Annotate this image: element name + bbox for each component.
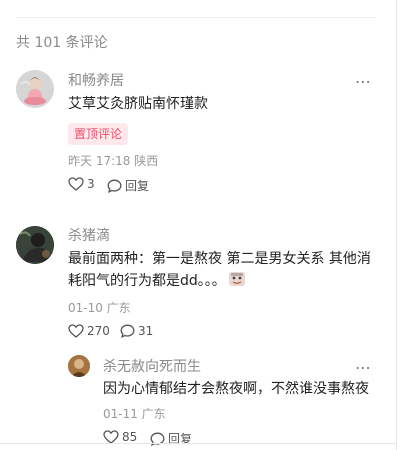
comment-text: 艾草艾灸脐贴南怀瑾款: [68, 96, 208, 112]
comment-text-line: 耗阳气的行为都是dd。。。: [68, 270, 368, 292]
top-divider: [16, 17, 376, 18]
heart-icon: [68, 324, 84, 338]
more-options-icon[interactable]: ⋯: [355, 360, 372, 376]
comment-bubble-icon: [107, 179, 122, 193]
reply-label: 回复: [168, 432, 193, 446]
comment-meta: 01-10 广东: [68, 301, 131, 315]
bottom-divider: [0, 443, 396, 444]
like-count: 270: [87, 324, 110, 338]
reply-text: 因为心情郁结才会熬夜啊，不然谁没事熬夜: [103, 381, 369, 397]
comment-bubble-icon: [120, 324, 135, 338]
right-edge-border: [396, 0, 397, 450]
comment-button[interactable]: 31: [120, 324, 153, 338]
person-meditating-avatar-icon: [16, 70, 54, 108]
comment-text-line: 最前面两种：第一是熬夜 第二是男女关系 其他消: [68, 251, 371, 267]
like-button[interactable]: 270: [68, 324, 110, 338]
heart-icon: [103, 430, 119, 444]
username[interactable]: 和畅养居: [68, 72, 124, 90]
avatar[interactable]: [68, 355, 90, 377]
avatar[interactable]: [16, 226, 54, 264]
photo-avatar-icon: [68, 355, 90, 377]
username[interactable]: 杀无赦向死而生: [103, 358, 201, 376]
reply-meta: 01-11 广东: [103, 407, 166, 421]
comment-meta: 昨天 17:18 陕西: [68, 154, 159, 168]
reply-button[interactable]: 回复: [107, 177, 149, 194]
avatar[interactable]: [16, 70, 54, 108]
comment-count-value: 31: [138, 324, 154, 338]
like-button[interactable]: 3: [68, 177, 95, 191]
heart-icon: [68, 177, 84, 191]
reply-button[interactable]: 回复: [150, 430, 192, 447]
like-button[interactable]: 85: [103, 430, 137, 444]
like-count: 3: [87, 177, 95, 191]
more-options-icon[interactable]: ⋯: [355, 74, 372, 90]
reply-label: 回复: [125, 179, 150, 193]
pinned-badge: 置顶评论: [68, 123, 129, 145]
comment-count: 共 101 条评论: [16, 35, 108, 51]
dark-photo-avatar-icon: [16, 226, 54, 264]
emoji-sticker-icon: [228, 271, 246, 287]
username[interactable]: 杀猪滴: [68, 227, 110, 245]
comment-text: 最前面两种：第一是熬夜 第二是男女关系 其他消 耗阳气的行为都是dd。。。: [68, 248, 371, 292]
comment-text-line-text: 耗阳气的行为都是dd。。。: [68, 273, 226, 289]
like-count: 85: [122, 430, 138, 444]
